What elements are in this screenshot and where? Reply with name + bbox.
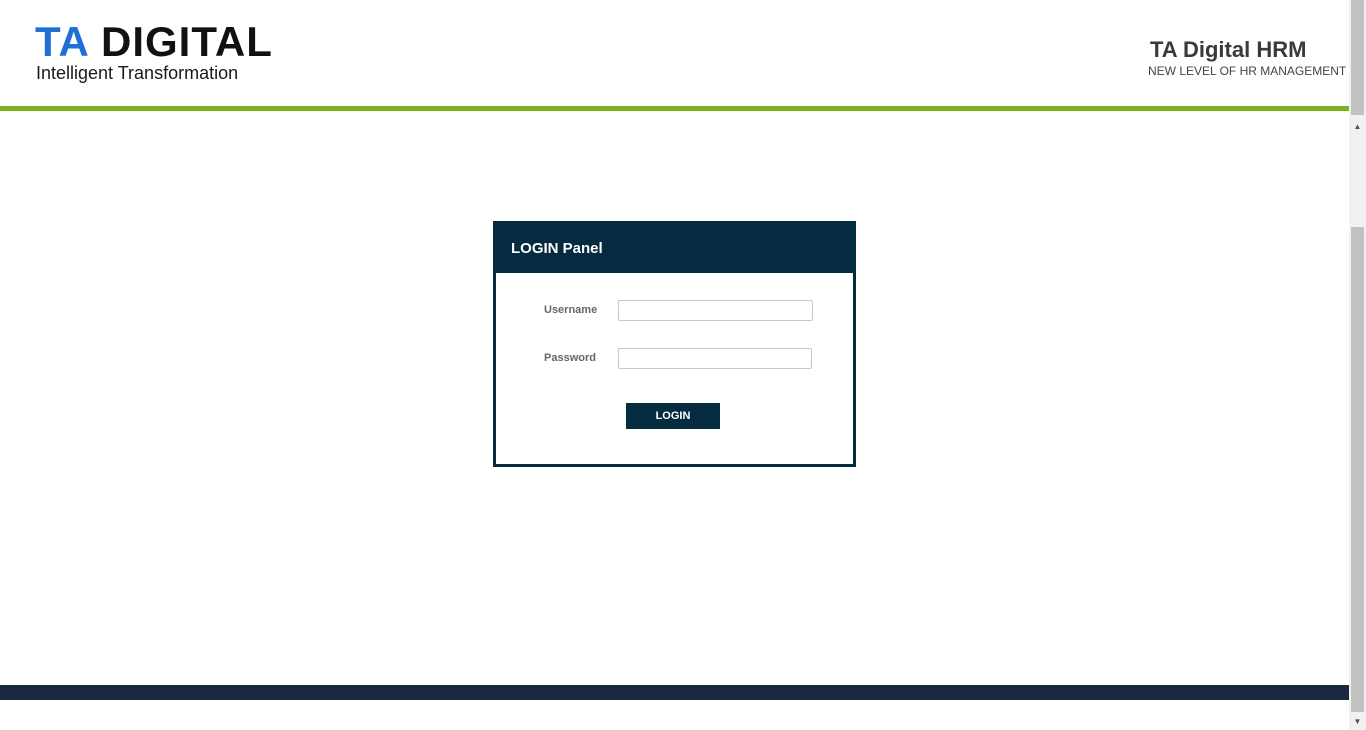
header-accent-bar (0, 106, 1349, 111)
scrollbar-thumb[interactable] (1351, 227, 1364, 712)
logo-tagline: Intelligent Transformation (36, 63, 239, 83)
scroll-down-arrow-icon[interactable]: ▼ (1349, 713, 1366, 730)
brand-block: TA Digital HRM NEW LEVEL OF HR MANAGEMEN… (1148, 36, 1348, 78)
logo-ta: TA (35, 18, 89, 65)
brand-subtitle: NEW LEVEL OF HR MANAGEMENT (1148, 64, 1347, 78)
password-label: Password (544, 352, 596, 364)
company-logo[interactable]: TA DIGITAL Intelligent Transformation (35, 21, 285, 84)
page: TA DIGITAL Intelligent Transformation TA… (0, 0, 1366, 730)
login-panel-title: LOGIN Panel (496, 224, 853, 273)
vertical-scrollbar[interactable]: ▲ ▼ (1349, 0, 1366, 730)
logo-wordmark: TA DIGITAL (35, 21, 273, 63)
scroll-up-arrow-icon[interactable]: ▲ (1349, 118, 1366, 135)
header: TA DIGITAL Intelligent Transformation TA… (0, 0, 1349, 106)
login-panel: LOGIN Panel Username Password LOGIN (493, 221, 856, 467)
brand-title: TA Digital HRM (1150, 37, 1307, 62)
password-row: Password (496, 347, 853, 371)
login-button[interactable]: LOGIN (626, 403, 720, 429)
footer-bar (0, 685, 1349, 700)
logo-digital: DIGITAL (100, 18, 273, 65)
username-label: Username (544, 304, 598, 316)
scrollbar-thumb-top[interactable] (1351, 0, 1364, 115)
username-input[interactable] (618, 300, 813, 321)
username-row: Username (496, 299, 853, 323)
password-input[interactable] (618, 348, 812, 369)
